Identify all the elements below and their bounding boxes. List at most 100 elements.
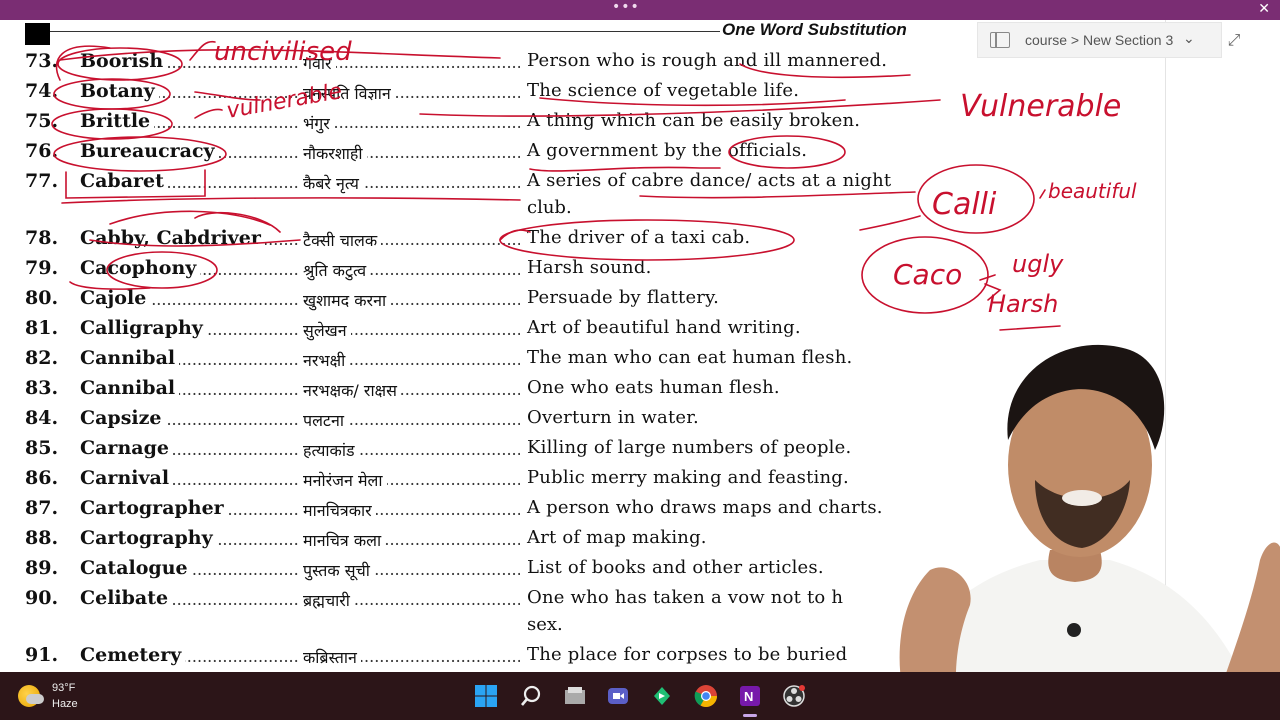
media-app-icon[interactable] [650, 684, 674, 708]
list-item: 77......................................… [0, 170, 1165, 218]
list-item: 75......................................… [0, 110, 1165, 140]
list-item: 74......................................… [0, 80, 1165, 110]
list-item: 79......................................… [0, 257, 1165, 287]
entry-meaning: Overturn in water. [527, 407, 699, 428]
active-app-indicator [743, 714, 757, 717]
expand-icon[interactable]: ⤢ [1218, 22, 1250, 58]
entry-number: 78. [25, 227, 59, 249]
entry-word: Cartography [80, 527, 217, 549]
header-divider [50, 31, 720, 32]
entry-meaning: Persuade by flattery. [527, 287, 720, 308]
entry-meaning: One who eats human flesh. [527, 377, 780, 398]
entry-meaning-continued: club. [527, 197, 572, 218]
entry-meaning: The science of vegetable life. [527, 80, 800, 101]
entry-number: 85. [25, 437, 59, 459]
weather-condition: Haze [52, 698, 78, 710]
entry-meaning: A government by the officials. [527, 140, 808, 161]
entry-meaning: A thing which can be easily broken. [527, 110, 861, 131]
search-icon[interactable] [519, 684, 543, 708]
entry-number: 82. [25, 347, 59, 369]
chrome-icon[interactable] [694, 684, 718, 708]
entry-number: 90. [25, 587, 59, 609]
entry-number: 87. [25, 497, 59, 519]
entry-word: Capsize [80, 407, 166, 429]
sidebar-toggle-icon[interactable] [990, 32, 1010, 48]
entry-number: 73. [25, 50, 59, 72]
entry-word: Bureaucracy [80, 140, 219, 162]
entry-meaning: Public merry making and feasting. [527, 467, 849, 488]
entry-meaning: Killing of large numbers of people. [527, 437, 852, 458]
windows-start-icon[interactable] [474, 684, 498, 708]
entry-number: 81. [25, 317, 59, 339]
entry-hindi: नरभक्षक/ राक्षस [303, 379, 401, 401]
entry-hindi: कब्रिस्तान [303, 646, 361, 668]
entry-hindi: टैक्सी चालक [303, 229, 382, 251]
entry-meaning: List of books and other articles. [527, 557, 824, 578]
entry-word: Boorish [80, 50, 168, 72]
entry-word: Cemetery [80, 644, 186, 666]
entry-hindi: खुशामद करना [303, 289, 391, 311]
entry-hindi: हत्याकांड [303, 439, 359, 461]
entry-word: Botany [80, 80, 159, 102]
menu-dots-icon[interactable]: ••• [612, 0, 640, 15]
entry-meaning: Art of map making. [527, 527, 707, 548]
entry-hindi: ब्रह्मचारी [303, 589, 354, 611]
entry-hindi: पलटना [303, 409, 349, 431]
entry-meaning: A person who draws maps and charts. [527, 497, 883, 518]
onenote-icon[interactable]: N [738, 684, 762, 708]
entry-meaning: Person who is rough and ill mannered. [527, 50, 888, 71]
entry-number: 86. [25, 467, 59, 489]
page-title: One Word Substitution [722, 20, 907, 39]
list-item: 80......................................… [0, 287, 1165, 317]
entry-hindi: नरभक्षी [303, 349, 350, 371]
entry-word: Cacophony [80, 257, 201, 279]
list-item: 76......................................… [0, 140, 1165, 170]
breadcrumb-label[interactable]: course > New Section 3 [1025, 32, 1173, 48]
entry-word: Cabby, Cabdriver [80, 227, 265, 249]
entry-meaning: The place for corpses to be buried [527, 644, 848, 665]
entry-word: Carnage [80, 437, 173, 459]
entry-word: Calligraphy [80, 317, 207, 339]
window-titlebar: ••• ✕ [0, 0, 1280, 20]
entry-hindi: श्रुति कटुत्व [303, 259, 371, 281]
entry-hindi: मानचित्र कला [303, 529, 386, 551]
entry-meaning: The man who can eat human flesh. [527, 347, 853, 368]
entry-word: Cannibal [80, 347, 180, 369]
taskbar: 93°F Haze N [0, 672, 1280, 720]
page-marker [25, 23, 50, 45]
entry-word: Celibate [80, 587, 173, 609]
leader-dots: ........................................… [303, 113, 520, 132]
entry-word: Cannibal [80, 377, 180, 399]
entry-word: Cabaret [80, 170, 168, 192]
entry-hindi: मनोरंजन मेला [303, 469, 387, 491]
obs-icon[interactable] [782, 684, 806, 708]
entry-number: 91. [25, 644, 59, 666]
close-icon[interactable]: ✕ [1258, 1, 1270, 17]
entry-number: 89. [25, 557, 59, 579]
entry-word: Brittle [80, 110, 155, 132]
haze-icon [26, 694, 44, 704]
list-item: 78......................................… [0, 227, 1165, 257]
entry-meaning: Art of beautiful hand writing. [527, 317, 801, 338]
weather-temperature: 93°F [52, 682, 76, 694]
entry-number: 79. [25, 257, 59, 279]
entry-meaning: The driver of a taxi cab. [527, 227, 751, 248]
entry-hindi: नौकरशाही [303, 142, 367, 164]
entry-number: 88. [25, 527, 59, 549]
entry-hindi: पुस्तक सूची [303, 559, 374, 581]
svg-text:N: N [744, 689, 753, 704]
entry-meaning-continued: sex. [527, 614, 563, 635]
entry-hindi: गंवार [303, 52, 336, 74]
teams-icon[interactable] [606, 684, 630, 708]
entry-number: 83. [25, 377, 59, 399]
file-explorer-icon[interactable] [563, 684, 587, 708]
entry-word: Carnival [80, 467, 174, 489]
entry-number: 80. [25, 287, 59, 309]
entry-hindi: वनस्पति विज्ञान [303, 82, 395, 104]
chevron-down-icon[interactable]: ⌄ [1183, 30, 1195, 47]
presenter-video [890, 344, 1280, 720]
entry-hindi: सुलेखन [303, 319, 351, 341]
entry-meaning: One who has taken a vow not to h [527, 587, 844, 608]
entry-number: 84. [25, 407, 59, 429]
breadcrumb[interactable]: course > New Section 3 ⌄ [977, 22, 1222, 58]
